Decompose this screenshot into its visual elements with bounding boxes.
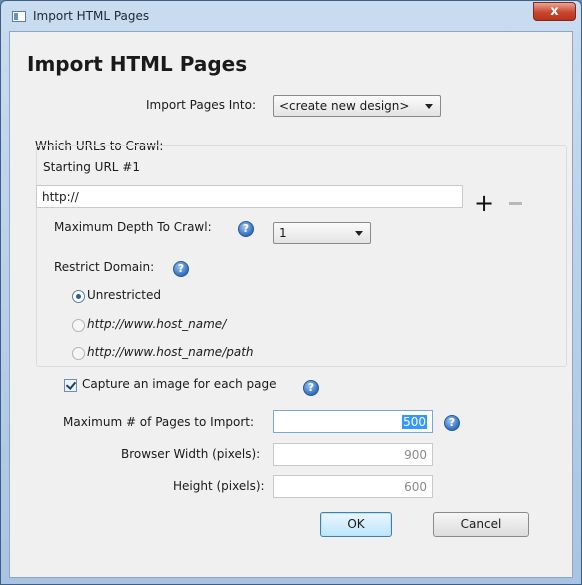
close-button[interactable]: x	[533, 2, 576, 21]
max-depth-label: Maximum Depth To Crawl:	[54, 220, 212, 234]
page-title: Import HTML Pages	[27, 52, 248, 76]
dialog-window: Import HTML Pages x Import HTML Pages Im…	[0, 0, 582, 585]
import-into-label: Import Pages Into:	[146, 98, 256, 112]
radio-host-name-path[interactable]	[72, 347, 85, 360]
browser-width-label: Browser Width (pixels):	[121, 447, 261, 461]
radio-host-name[interactable]	[72, 319, 85, 332]
chevron-down-icon	[355, 231, 363, 236]
ok-button[interactable]: OK	[320, 512, 392, 537]
chevron-down-icon	[425, 104, 433, 109]
max-pages-help-icon[interactable]: ?	[444, 415, 460, 431]
restrict-domain-label: Restrict Domain:	[54, 260, 155, 274]
title-bar[interactable]: Import HTML Pages x	[1, 1, 581, 31]
add-url-icon[interactable]: +	[474, 191, 494, 215]
starting-url-input[interactable]: http://	[36, 185, 463, 208]
max-pages-label: Maximum # of Pages to Import:	[63, 415, 255, 429]
import-into-dropdown[interactable]: <create new design>	[273, 95, 441, 117]
import-into-value: <create new design>	[279, 99, 410, 113]
max-depth-value: 1	[279, 226, 287, 240]
max-depth-dropdown[interactable]: 1	[273, 222, 371, 244]
dialog-content: Import HTML Pages Import Pages Into: <cr…	[9, 31, 573, 578]
window-title: Import HTML Pages	[33, 9, 150, 23]
restrict-domain-help-icon[interactable]: ?	[173, 261, 189, 277]
capture-image-help-icon[interactable]: ?	[303, 380, 319, 396]
capture-image-label: Capture an image for each page	[82, 377, 277, 391]
urls-group	[36, 145, 567, 367]
starting-url-label: Starting URL #1	[43, 160, 140, 174]
browser-height-input[interactable]: 600	[273, 475, 433, 498]
browser-width-input[interactable]: 900	[273, 443, 433, 466]
max-pages-value: 500	[402, 415, 427, 429]
radio-host-name-path-label: http://www.host_name/path	[87, 345, 254, 359]
radio-unrestricted[interactable]	[72, 290, 85, 303]
radio-unrestricted-label: Unrestricted	[87, 288, 161, 302]
window-icon	[12, 11, 26, 22]
max-pages-input[interactable]: 500	[273, 410, 433, 433]
max-depth-help-icon[interactable]: ?	[238, 221, 254, 237]
remove-url-icon	[509, 202, 522, 205]
capture-image-checkbox[interactable]	[64, 379, 77, 392]
radio-host-name-label: http://www.host_name/	[87, 317, 227, 331]
cancel-button[interactable]: Cancel	[433, 512, 529, 537]
browser-height-label: Height (pixels):	[173, 479, 265, 493]
